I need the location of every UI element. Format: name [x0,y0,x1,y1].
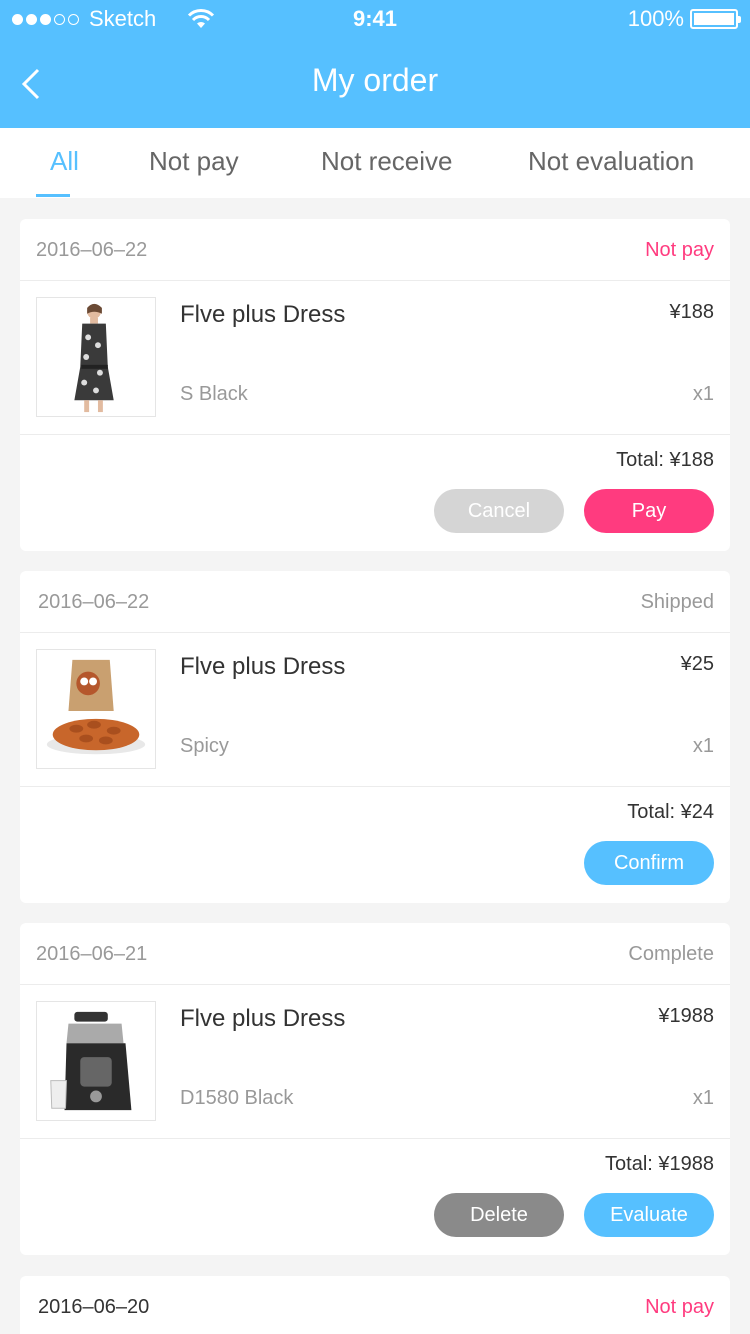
pay-button[interactable]: Pay [584,489,714,533]
order-card: 2016–06–20 Not pay [20,1276,730,1334]
product-price: ¥1988 [658,1005,714,1027]
order-date: 2016–06–21 [36,943,148,965]
order-total: Total: ¥188 [616,449,714,471]
product-qty: x1 [692,383,714,405]
product-row[interactable]: Flve plus Dress ¥1988 D1580 Black x1 [20,985,730,1139]
confirm-button[interactable]: Confirm [584,841,714,885]
order-status: Complete [628,943,714,965]
order-date: 2016–06–22 [36,239,148,261]
order-date: 2016–06–22 [38,591,150,613]
tab-not-pay[interactable]: Not pay [149,146,239,177]
cancel-button[interactable]: Cancel [434,489,564,533]
tab-all[interactable]: All [50,146,79,177]
order-status: Not pay [645,1296,714,1318]
order-card: 2016–06–21 Complete Flve plus Dress ¥198… [20,923,730,1255]
order-status: Not pay [645,239,714,261]
product-spec: D1580 Black [180,1087,294,1109]
order-date: 2016–06–20 [38,1296,150,1318]
product-qty: x1 [692,1087,714,1109]
product-price: ¥25 [680,653,714,675]
product-name: Flve plus Dress [180,301,346,328]
page-title: My order [311,62,439,98]
almonds-image [36,649,156,769]
active-tab-indicator [36,194,70,197]
order-tabs: All Not pay Not receive Not evaluation [0,128,750,198]
evaluate-button[interactable]: Evaluate [584,1193,714,1237]
battery-icon [690,9,741,29]
product-qty: x1 [692,735,714,757]
order-card: 2016–06–22 Shipped Flve plus Dress ¥25 S… [20,571,730,903]
status-bar: Sketch 9:41 100% [0,0,750,40]
product-name: Flve plus Dress [180,1005,346,1032]
product-row[interactable]: Flve plus Dress ¥188 S Black x1 [20,281,730,435]
app-header: Sketch 9:41 100% My order [0,0,750,128]
tab-not-evaluation[interactable]: Not evaluation [528,146,694,177]
product-row[interactable]: Flve plus Dress ¥25 Spicy x1 [20,633,730,787]
order-status: Shipped [640,591,714,613]
product-spec: Spicy [180,735,229,757]
tab-not-receive[interactable]: Not receive [321,146,453,177]
order-total: Total: ¥1988 [605,1153,714,1175]
product-name: Flve plus Dress [180,653,346,680]
product-spec: S Black [180,383,248,405]
juicer-image [36,1001,156,1121]
dress-image [36,297,156,417]
delete-button[interactable]: Delete [434,1193,564,1237]
battery-percent: 100% [627,6,684,31]
order-total: Total: ¥24 [627,801,714,823]
order-card: 2016–06–22 Not pay Flve plus Dress ¥188 … [20,219,730,551]
product-price: ¥188 [669,301,715,323]
